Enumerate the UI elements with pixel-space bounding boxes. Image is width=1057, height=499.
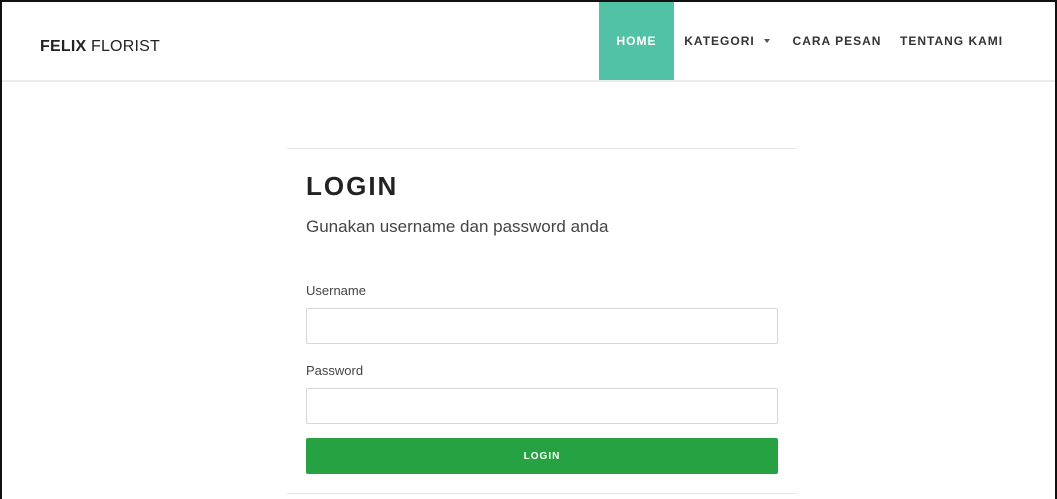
brand-name-bold: FELIX	[40, 38, 87, 55]
login-button[interactable]: LOGIN	[306, 438, 778, 474]
username-label: Username	[306, 283, 366, 298]
caret-down-icon	[763, 39, 770, 43]
nav-item-kategori[interactable]: KATEGORI	[674, 2, 780, 80]
nav-item-home[interactable]: HOME	[599, 2, 674, 80]
nav-item-label: TENTANG KAMI	[900, 34, 1004, 48]
login-title: LOGIN	[306, 171, 399, 201]
brand-logo[interactable]: FELIX FLORIST	[40, 38, 160, 56]
password-input[interactable]	[306, 388, 778, 424]
password-label: Password	[306, 363, 364, 378]
username-input[interactable]	[306, 308, 778, 344]
nav-item-cara-pesan[interactable]: CARA PESAN	[780, 2, 894, 80]
nav-item-label: CARA PESAN	[792, 34, 882, 48]
brand-name-rest: FLORIST	[86, 38, 160, 55]
navbar: FELIX FLORIST HOME KATEGORI CARA PESAN T…	[2, 2, 1055, 82]
nav-item-label: KATEGORI	[684, 34, 755, 48]
nav-item-label: HOME	[616, 34, 657, 48]
nav-item-tentang-kami[interactable]: TENTANG KAMI	[894, 2, 1019, 80]
nav-menu: HOME KATEGORI CARA PESAN TENTANG KAMI	[599, 2, 1019, 80]
login-subtitle: Gunakan username dan password anda	[306, 217, 609, 236]
login-panel: LOGIN Gunakan username dan password anda…	[287, 148, 797, 494]
